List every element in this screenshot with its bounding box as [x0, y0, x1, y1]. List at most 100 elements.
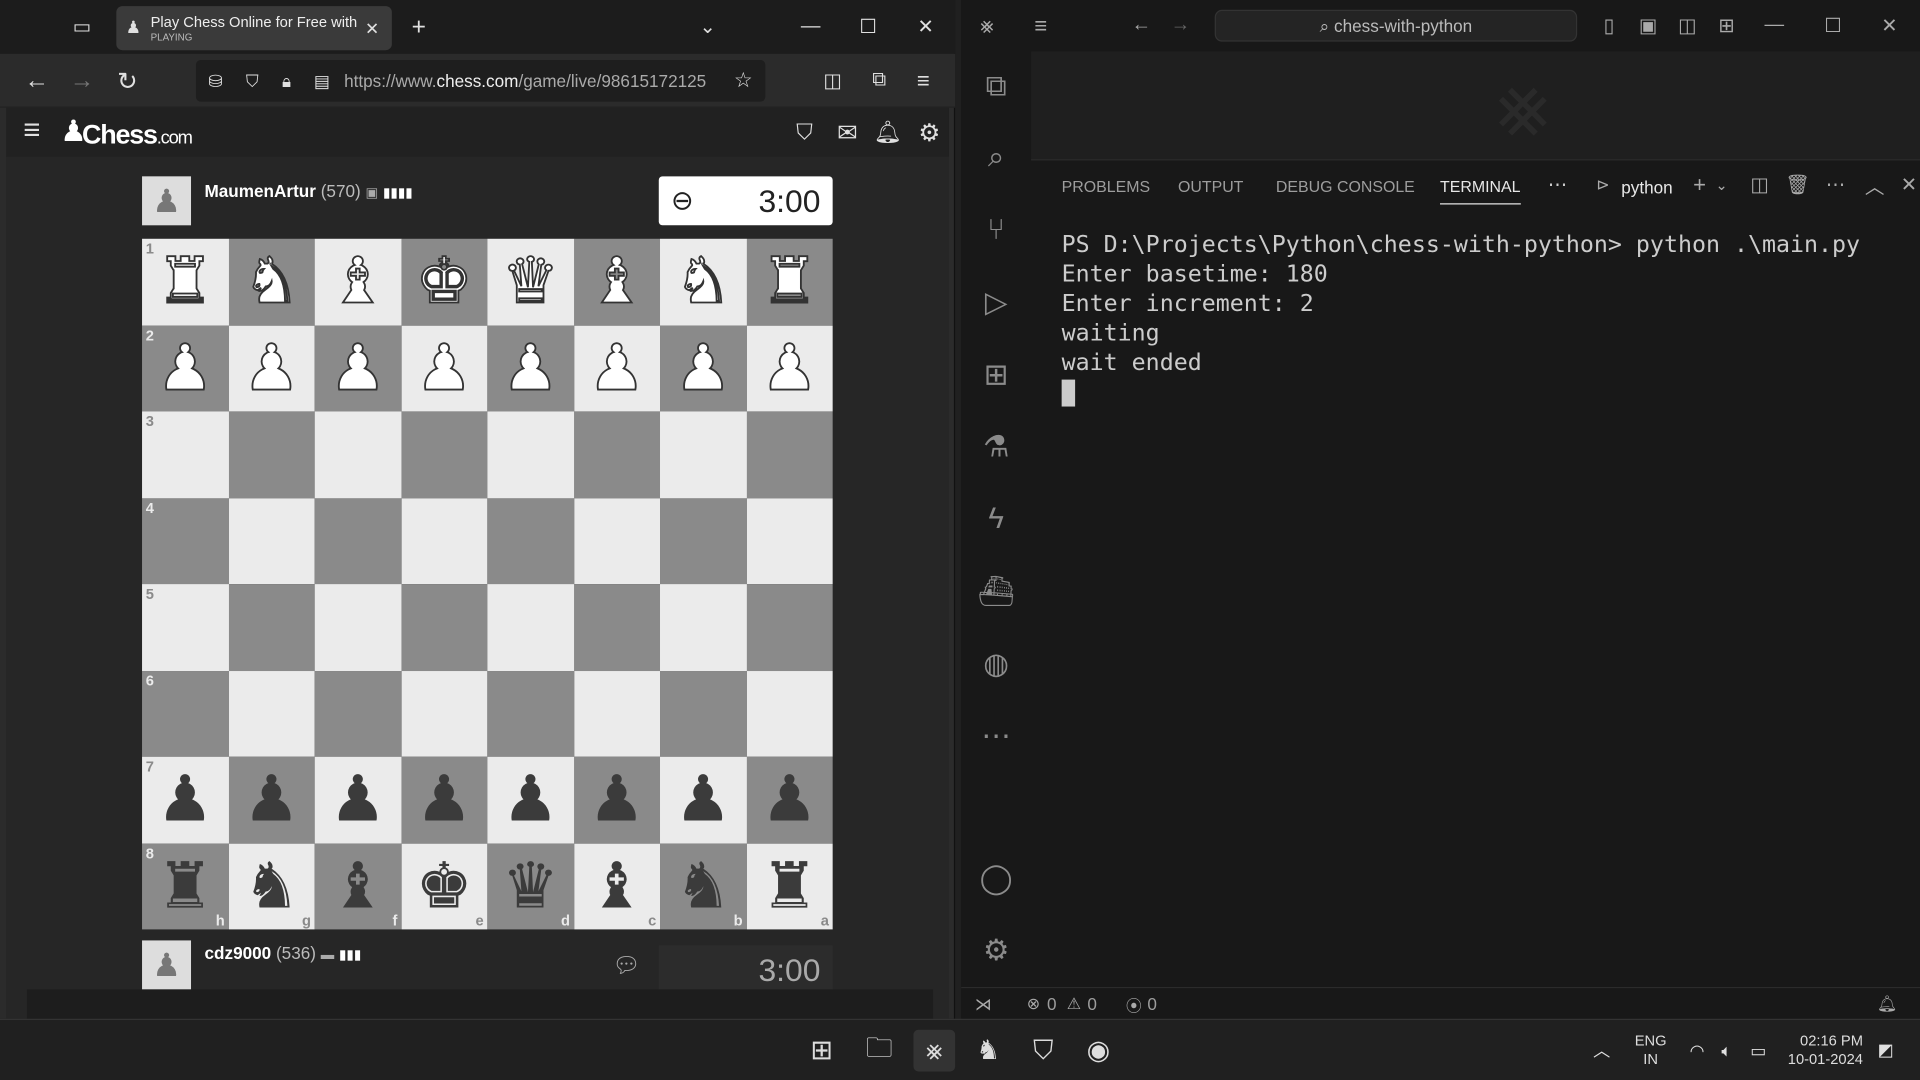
file-explorer-folder-icon[interactable]: 🗀: [858, 1030, 900, 1072]
notifications-bell-icon[interactable]: 🔔︎: [1875, 992, 1899, 1016]
board-square[interactable]: [314, 497, 402, 585]
lock-icon[interactable]: 🔒︎: [274, 70, 298, 92]
white-pawn-icon[interactable]: ♟: [760, 336, 819, 402]
board-square[interactable]: ♞: [228, 238, 315, 326]
black-king-icon[interactable]: ♚: [416, 854, 473, 918]
white-bishop-icon[interactable]: ♝: [587, 249, 646, 315]
white-knight-icon[interactable]: ♞: [242, 249, 301, 315]
black-pawn-icon[interactable]: ♟: [675, 768, 732, 832]
panel-more-ellipsis-icon[interactable]: ⋯: [1822, 173, 1849, 197]
board-square[interactable]: ♟: [228, 325, 315, 412]
command-center-search[interactable]: ⌕ chess-with-python: [1214, 9, 1578, 42]
board-square[interactable]: ♟: [746, 756, 833, 844]
white-rook-icon[interactable]: ♜: [156, 249, 215, 315]
board-square[interactable]: c ♝: [573, 843, 661, 930]
white-pawn-icon[interactable]: ♟: [242, 336, 301, 402]
new-tab-plus-icon[interactable]: +: [404, 12, 433, 41]
board-square[interactable]: ♟: [401, 756, 488, 844]
vscode-taskbar-icon[interactable]: ⨳: [913, 1029, 956, 1072]
board-square[interactable]: 7 ♟: [142, 756, 229, 844]
black-pawn-icon[interactable]: ♟: [588, 768, 645, 832]
black-knight-icon[interactable]: ♞: [675, 854, 732, 918]
page-info-icon[interactable]: ▤: [310, 70, 334, 92]
board-square[interactable]: ♟: [573, 756, 661, 844]
white-rook-icon[interactable]: ♜: [760, 249, 819, 315]
toggle-secondary-sidebar-icon[interactable]: ◫: [1674, 12, 1701, 39]
board-square[interactable]: ♞: [660, 238, 747, 326]
board-square[interactable]: a ♜: [746, 843, 833, 930]
board-square[interactable]: 6: [142, 670, 229, 757]
customize-layout-icon[interactable]: ⊞: [1713, 12, 1740, 39]
errors-count[interactable]: 0: [1047, 994, 1057, 1014]
board-square[interactable]: 5: [142, 584, 229, 671]
tab-output[interactable]: OUTPUT: [1178, 178, 1243, 196]
black-queen-icon[interactable]: ♛: [502, 854, 559, 918]
board-square[interactable]: ♟: [746, 325, 833, 412]
board-square[interactable]: [573, 411, 661, 498]
board-square[interactable]: [314, 584, 402, 671]
board-square[interactable]: ♛: [487, 238, 574, 326]
tab-debug-console[interactable]: DEBUG CONSOLE: [1276, 178, 1415, 196]
terminal-dropdown-chevron-icon[interactable]: ⌄: [1712, 173, 1732, 197]
board-square[interactable]: [314, 670, 402, 757]
board-square[interactable]: [660, 584, 747, 671]
toggle-primary-sidebar-icon[interactable]: ▯: [1596, 12, 1623, 39]
board-square[interactable]: ♝: [314, 238, 402, 326]
board-square[interactable]: ♚: [401, 238, 488, 326]
bottom-player-name[interactable]: cdz9000: [204, 943, 271, 963]
board-square[interactable]: 8 h ♜: [142, 843, 229, 930]
board-square[interactable]: [228, 670, 315, 757]
board-square[interactable]: 3: [142, 411, 229, 498]
maximize-icon[interactable]: ☐: [853, 12, 882, 41]
board-square[interactable]: [487, 670, 574, 757]
close-tab-icon[interactable]: ✕: [361, 17, 383, 39]
url-text[interactable]: https://www.chess.com/game/live/98615172…: [344, 71, 706, 91]
close-window-icon[interactable]: ✕: [1875, 12, 1904, 39]
tab-list-chevron-down-icon[interactable]: ⌄: [693, 12, 722, 41]
black-pawn-icon[interactable]: ♟: [416, 768, 473, 832]
board-square[interactable]: [401, 670, 488, 757]
board-square[interactable]: 4: [142, 497, 229, 585]
game-controls-bar[interactable]: [26, 989, 934, 1019]
board-square[interactable]: [228, 584, 315, 671]
black-pawn-icon[interactable]: ♟: [761, 768, 818, 832]
address-bar[interactable]: ⛁ ⛉ 🔒︎ ▤ https://www.chess.com/game/live…: [195, 60, 766, 102]
board-square[interactable]: ♟: [487, 756, 574, 844]
board-square[interactable]: [573, 584, 661, 671]
toggle-panel-icon[interactable]: ▣: [1635, 12, 1662, 39]
board-square[interactable]: [660, 670, 747, 757]
board-square[interactable]: ♟: [660, 756, 747, 844]
split-terminal-icon[interactable]: ◫: [1746, 173, 1773, 197]
warnings-count[interactable]: 0: [1087, 994, 1097, 1014]
source-control-icon[interactable]: ⑂: [961, 201, 1031, 260]
black-pawn-icon[interactable]: ♟: [157, 768, 214, 832]
tracking-icon[interactable]: ⛁: [203, 70, 227, 92]
nav-forward-arrow-icon[interactable]: →: [1167, 12, 1194, 39]
firefox-icon[interactable]: ◉: [1078, 1030, 1120, 1072]
board-square[interactable]: [487, 411, 574, 498]
pocket-icon[interactable]: ◫: [818, 66, 847, 95]
board-square[interactable]: ♟: [228, 756, 315, 844]
board-square[interactable]: ♟: [487, 325, 574, 412]
board-square[interactable]: 2 ♟: [142, 325, 229, 412]
black-rook-icon[interactable]: ♜: [157, 854, 214, 918]
black-knight-icon[interactable]: ♞: [243, 854, 300, 918]
site-menu-icon[interactable]: ≡: [16, 114, 48, 147]
black-pawn-icon[interactable]: ♟: [502, 768, 559, 832]
terminal-instance-name[interactable]: python: [1621, 178, 1672, 198]
more-tabs-ellipsis-icon[interactable]: ⋯: [1543, 173, 1572, 197]
explorer-files-icon[interactable]: ⧉: [961, 58, 1031, 117]
tab-terminal[interactable]: TERMINAL: [1440, 178, 1521, 205]
board-square[interactable]: ♟: [314, 325, 402, 412]
board-square[interactable]: [746, 670, 833, 757]
white-queen-icon[interactable]: ♛: [501, 249, 560, 315]
app-menu-icon[interactable]: ≡: [1025, 12, 1057, 39]
system-clock[interactable]: 02:16 PM 10-01-2024: [1788, 1032, 1863, 1069]
close-panel-icon[interactable]: ✕: [1898, 173, 1920, 197]
messages-envelope-icon[interactable]: ✉: [831, 118, 863, 147]
minimize-icon[interactable]: —: [796, 12, 825, 41]
white-pawn-icon[interactable]: ♟: [328, 336, 387, 402]
white-knight-icon[interactable]: ♞: [674, 249, 733, 315]
accounts-icon[interactable]: ◯: [961, 849, 1031, 908]
battery-icon[interactable]: ▭: [1745, 1040, 1772, 1062]
